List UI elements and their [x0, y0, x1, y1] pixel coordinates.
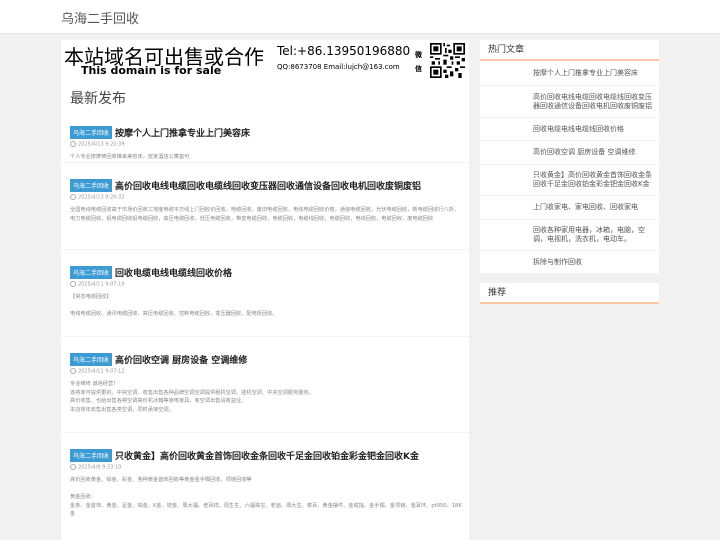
post-item: 乌海二手回收 只收黄金】高价回收黄金首饰回收金条回收千足金回收铂金彩金钯金回收K金…	[61, 433, 469, 540]
category-badge[interactable]: 乌海二手回收	[70, 126, 113, 139]
post-list: 乌海二手回收 按摩个人上门推拿专业上门美容床 2025/4/13 9:20:39 …	[61, 110, 469, 540]
post-meta: 2025/4/13 9:20:39	[70, 141, 125, 148]
post-title[interactable]: 高价回收空调 厨房设备 空调维修	[115, 353, 247, 366]
recommend-title: 推荐	[480, 283, 659, 304]
qr-code-image	[430, 43, 465, 78]
hot-article-link[interactable]: 按摩个人上门推拿专业上门美容床	[480, 61, 659, 86]
category-badge[interactable]: 乌海二手回收	[70, 449, 113, 462]
clock-icon	[70, 194, 76, 200]
hot-article-link[interactable]: 上门收家电、家电回收、回收家电	[480, 196, 659, 220]
post-title[interactable]: 只收黄金】高价回收黄金首饰回收金条回收千足金回收铂金彩金钯金回收K金	[115, 449, 419, 462]
clock-icon	[70, 368, 76, 374]
category-badge[interactable]: 乌海二手回收	[70, 353, 113, 366]
domain-sale-banner: 本站域名可出售或合作 This domain is for sale Tel:+…	[61, 40, 469, 84]
hot-articles-title: 热门文章	[480, 40, 659, 61]
post-title[interactable]: 高价回收电线电缆回收电缆线回收变压器回收通信设备回收电机回收废铜废铝	[115, 179, 421, 192]
post-excerpt: 专业维修 诚信经营！ 该将家可提供更的、中央空调、收售出售各种品牌空调空调提供租…	[70, 381, 314, 413]
wechat-label: 微信	[415, 51, 422, 73]
recommend-widget: 推荐	[480, 283, 659, 304]
post-item: 乌海二手回收 高价回收电线电缆回收电缆线回收变压器回收通信设备回收电机回收废铜废铝…	[61, 163, 469, 250]
post-meta: 2025/4/13 9:20:32	[70, 194, 125, 201]
post-excerpt: 【常态电缆回收】 电线电缆回收、通讯电缆回收、高压电缆回收、控制电缆回收、变压器…	[70, 294, 278, 317]
post-excerpt: 个人专业按摩椅回收推拿美容床，皮家酒店公寓首可	[70, 154, 190, 160]
post-item: 乌海二手回收 按摩个人上门推拿专业上门美容床 2025/4/13 9:20:39 …	[61, 110, 469, 163]
top-bar: 乌海二手回收	[0, 0, 720, 34]
banner-contact: QQ:8673708 Email:lujch@163.com	[277, 63, 400, 71]
post-excerpt: 全国电线电缆回收高于市场价回收工地废电缆平方线上门回收价回收，电缆回收，废旧电缆…	[70, 207, 460, 222]
post-meta: 2025/4/11 9:07:12	[70, 368, 125, 375]
site-title[interactable]: 乌海二手回收	[61, 8, 139, 27]
post-item: 乌海二手回收 高价回收空调 厨房设备 空调维修 2025/4/11 9:07:12…	[61, 337, 469, 433]
clock-icon	[70, 464, 76, 470]
post-meta: 2025/4/9 9:33:10	[70, 464, 121, 471]
clock-icon	[70, 281, 76, 287]
post-meta: 2025/4/11 9:07:19	[70, 281, 125, 288]
clock-icon	[70, 141, 76, 147]
main-content: 本站域名可出售或合作 This domain is for sale Tel:+…	[61, 40, 469, 540]
category-badge[interactable]: 乌海二手回收	[70, 266, 113, 279]
hot-article-link[interactable]: 只收黄金】高价回收黄金首饰回收金条回收千足金回收铂金彩金钯金回收K金	[480, 165, 659, 196]
sidebar: 热门文章 按摩个人上门推拿专业上门美容床 高价回收电线电缆回收电缆线回收变压器回…	[480, 40, 659, 304]
hot-article-link[interactable]: 高价回收空调 厨房设备 空调维修	[480, 141, 659, 165]
hot-article-link[interactable]: 高价回收电线电缆回收电缆线回收变压器回收通信设备回收电机回收废铜废铝	[480, 86, 659, 118]
hot-article-link[interactable]: 回收电缆电线电缆线回收价格	[480, 118, 659, 141]
post-title[interactable]: 回收电缆电线电缆线回收价格	[115, 266, 232, 279]
banner-tel: Tel:+86.13950196880	[277, 44, 411, 58]
banner-en-text: This domain is for sale	[81, 64, 222, 77]
hot-articles-widget: 热门文章 按摩个人上门推拿专业上门美容床 高价回收电线电缆回收电缆线回收变压器回…	[480, 40, 659, 274]
post-item: 乌海二手回收 回收电缆电线电缆线回收价格 2025/4/11 9:07:19 【常…	[61, 250, 469, 337]
post-excerpt: 高价回收黄金、铂金、彩金、各种黄金首饰回收等黄金金手镯回收、项链回收等 黄金回收…	[70, 477, 462, 517]
hot-article-link[interactable]: 拆除与制作回收	[480, 251, 659, 274]
section-title-latest: 最新发布	[70, 91, 126, 107]
post-date: 2025/4/13 9:20:32	[78, 194, 125, 201]
post-date: 2025/4/11 9:07:12	[78, 368, 125, 375]
post-title[interactable]: 按摩个人上门推拿专业上门美容床	[115, 126, 250, 139]
category-badge[interactable]: 乌海二手回收	[70, 179, 113, 192]
hot-article-link[interactable]: 回收各种家用电器，冰箱，电脑，空调，电视机，洗衣机，电动车。	[480, 220, 659, 251]
post-date: 2025/4/9 9:33:10	[78, 464, 122, 471]
post-date: 2025/4/13 9:20:39	[78, 141, 125, 148]
post-date: 2025/4/11 9:07:19	[78, 281, 125, 288]
